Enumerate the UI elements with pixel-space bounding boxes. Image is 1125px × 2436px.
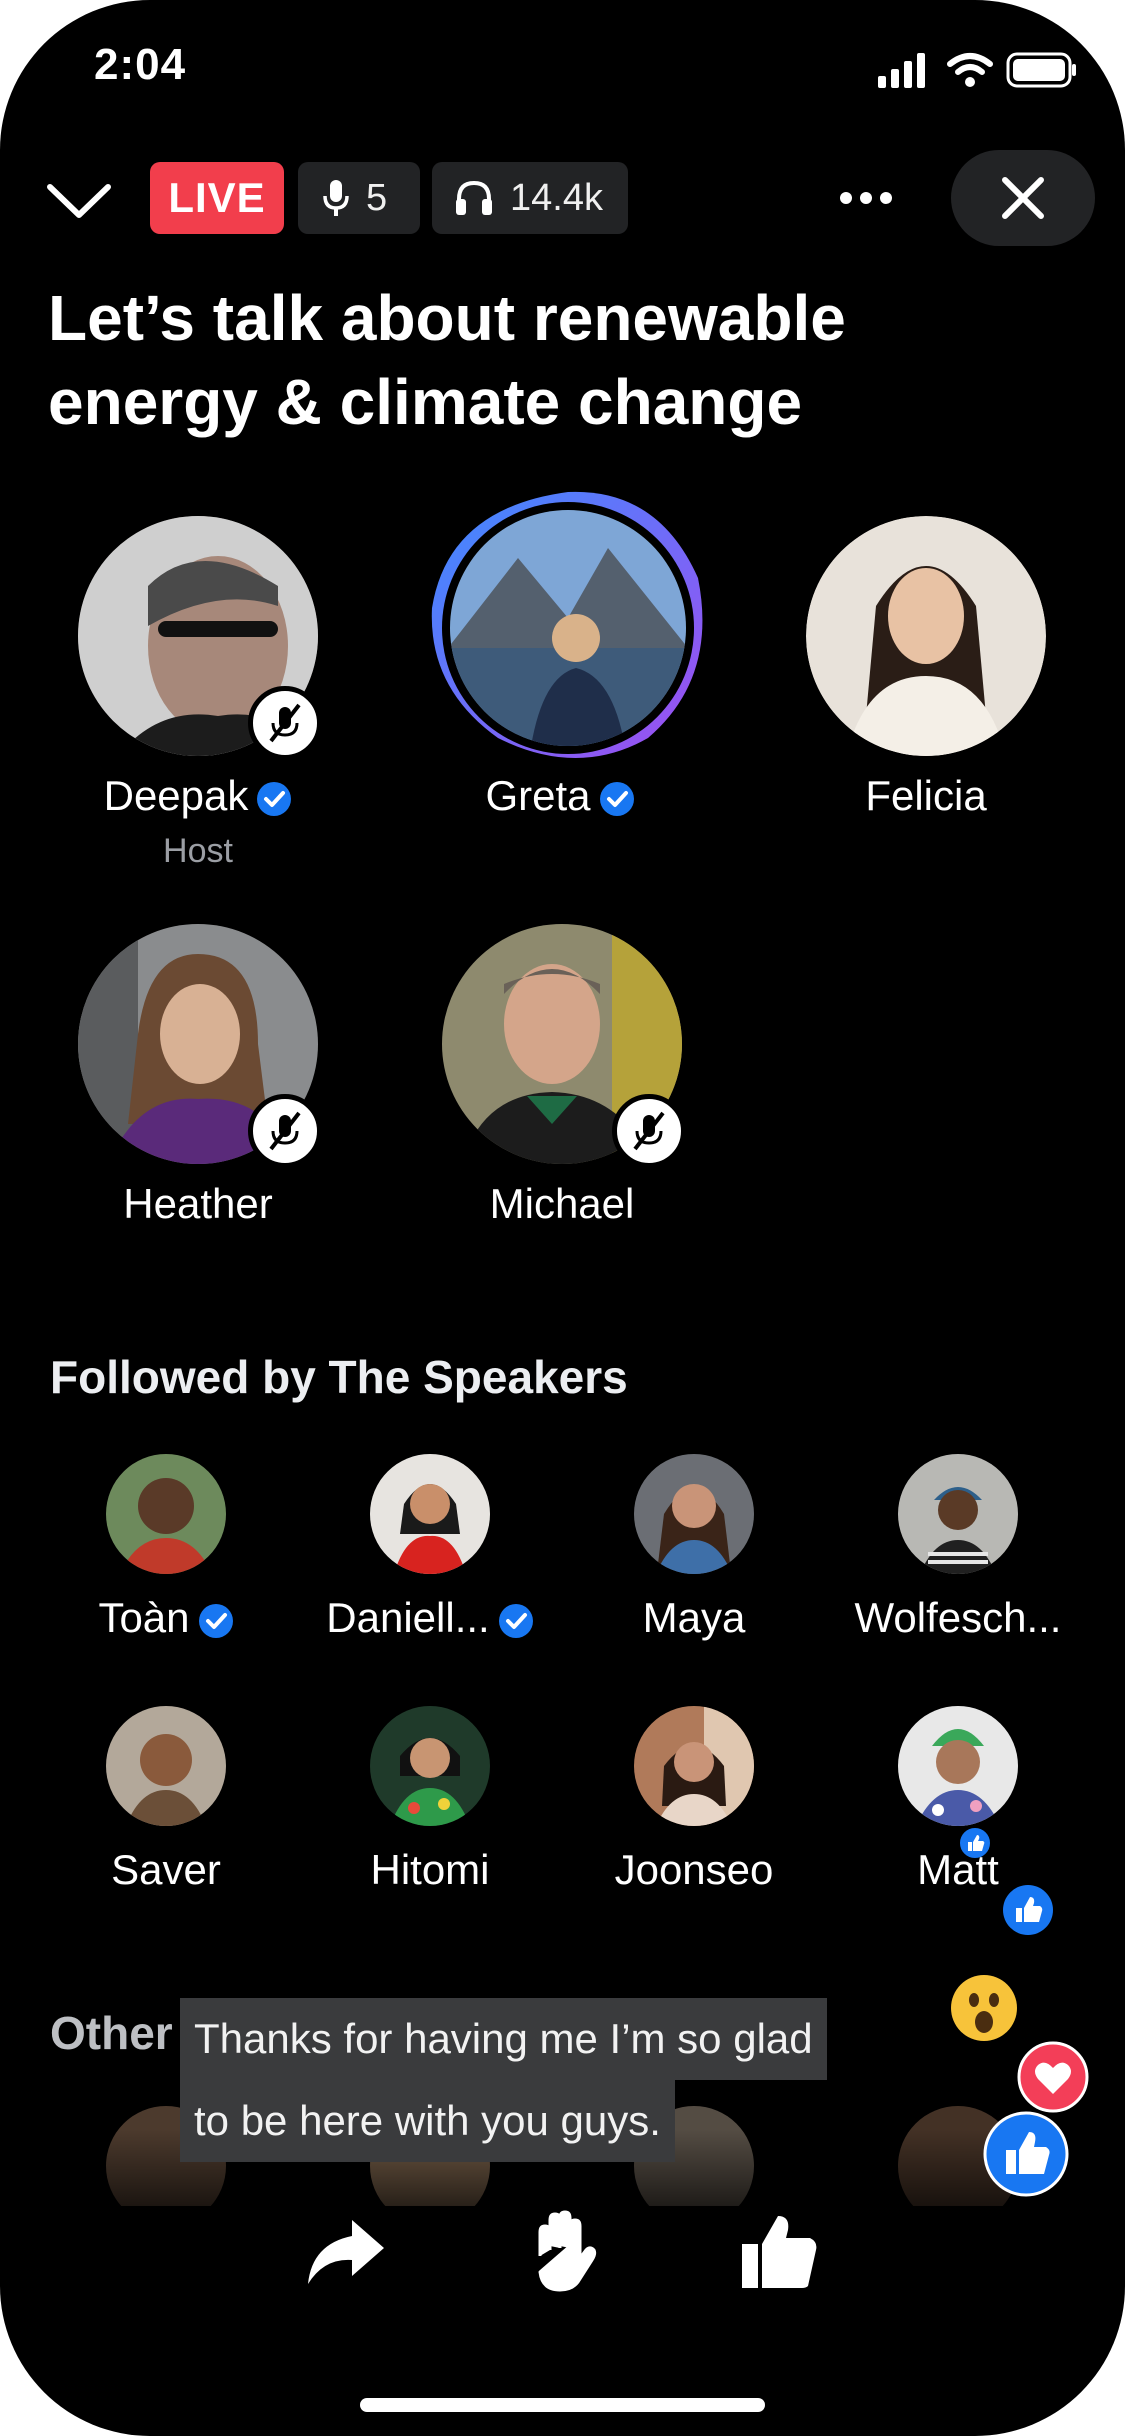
status-time: 2:04 bbox=[94, 40, 187, 89]
follower-avatar[interactable] bbox=[370, 1454, 490, 1574]
caption-line-1: Thanks for having me I’m so glad bbox=[180, 1998, 827, 2080]
speaker-deepak[interactable] bbox=[78, 516, 322, 760]
speaker-felicia[interactable] bbox=[806, 516, 1046, 756]
speaking-ring bbox=[431, 491, 703, 758]
headphones-icon bbox=[456, 180, 492, 215]
follower-name: Toàn bbox=[34, 1594, 298, 1642]
live-badge: LIVE bbox=[150, 162, 284, 234]
speaker-greta[interactable] bbox=[428, 488, 708, 768]
like-reaction-icon bbox=[983, 2111, 1069, 2197]
speaker-name: Deepak bbox=[103, 772, 249, 819]
speaker-count-pill[interactable]: 5 bbox=[298, 162, 420, 234]
speaker-name-felicia: Felicia bbox=[865, 772, 987, 819]
followed-heading: Followed by The Speakers bbox=[50, 1351, 628, 1403]
follower-name: Maya bbox=[642, 1594, 746, 1641]
speaker-name-greta: Greta bbox=[380, 772, 740, 820]
listener-count: 14.4k bbox=[510, 176, 603, 219]
like-icon[interactable] bbox=[734, 2206, 824, 2296]
close-icon bbox=[1002, 177, 1044, 219]
room-title: Let’s talk about renewable energy & clim… bbox=[48, 282, 846, 438]
follower-name: Joonseo bbox=[614, 1846, 774, 1893]
verified-icon bbox=[599, 781, 634, 816]
follower-name: Saver bbox=[111, 1846, 221, 1893]
follower-avatar[interactable] bbox=[370, 1706, 490, 1826]
share-icon[interactable] bbox=[300, 2206, 390, 2296]
follower-avatar[interactable] bbox=[898, 1706, 1018, 1826]
verified-icon bbox=[257, 781, 292, 816]
follower-name-text: Daniell... bbox=[326, 1594, 490, 1641]
chevron-down-icon[interactable] bbox=[44, 175, 114, 227]
follower-name: Daniell... bbox=[298, 1594, 562, 1642]
muted-mic-icon bbox=[612, 1094, 686, 1168]
follower-avatar[interactable] bbox=[634, 1706, 754, 1826]
follower-name: Hitomi bbox=[370, 1846, 490, 1893]
verified-icon bbox=[198, 1603, 233, 1638]
speaker-name-deepak: Deepak bbox=[18, 772, 378, 820]
phone-screen: 2:04 LIVE 5 14.4k Let’s talk about renew… bbox=[0, 0, 1125, 2436]
listener-count-pill[interactable]: 14.4k bbox=[432, 162, 628, 234]
avatar bbox=[806, 516, 1046, 756]
muted-mic-icon bbox=[248, 686, 322, 760]
speaker-name-heather: Heather bbox=[123, 1180, 273, 1227]
follower-name-text: Toàn bbox=[98, 1594, 190, 1641]
speaker-name-michael: Michael bbox=[489, 1180, 635, 1227]
raise-hand-icon[interactable] bbox=[518, 2206, 608, 2296]
muted-mic-icon bbox=[248, 1094, 322, 1168]
host-label: Host bbox=[163, 832, 233, 870]
follower-avatar[interactable] bbox=[634, 1454, 754, 1574]
follower-name: Wolfesch... bbox=[854, 1594, 1062, 1641]
follower-avatar[interactable] bbox=[898, 1454, 1018, 1574]
speaker-name: Greta bbox=[485, 772, 591, 819]
heart-reaction-icon bbox=[1017, 2041, 1089, 2113]
speaker-michael[interactable] bbox=[442, 924, 686, 1168]
caption-line-2: to be here with you guys. bbox=[180, 2080, 675, 2162]
others-heading: Other bbox=[50, 2007, 173, 2059]
speaker-heather[interactable] bbox=[78, 924, 322, 1168]
close-button[interactable] bbox=[951, 150, 1095, 246]
more-icon[interactable] bbox=[836, 178, 896, 218]
speaker-count: 5 bbox=[366, 176, 388, 219]
microphone-icon bbox=[323, 180, 349, 216]
follower-avatar[interactable] bbox=[106, 1454, 226, 1574]
status-icons bbox=[878, 52, 1076, 88]
follower-avatar[interactable] bbox=[106, 1706, 226, 1826]
wow-reaction-icon bbox=[951, 1975, 1017, 2041]
verified-icon bbox=[498, 1603, 533, 1638]
home-indicator bbox=[360, 2398, 765, 2412]
like-reaction-icon bbox=[1003, 1885, 1053, 1935]
